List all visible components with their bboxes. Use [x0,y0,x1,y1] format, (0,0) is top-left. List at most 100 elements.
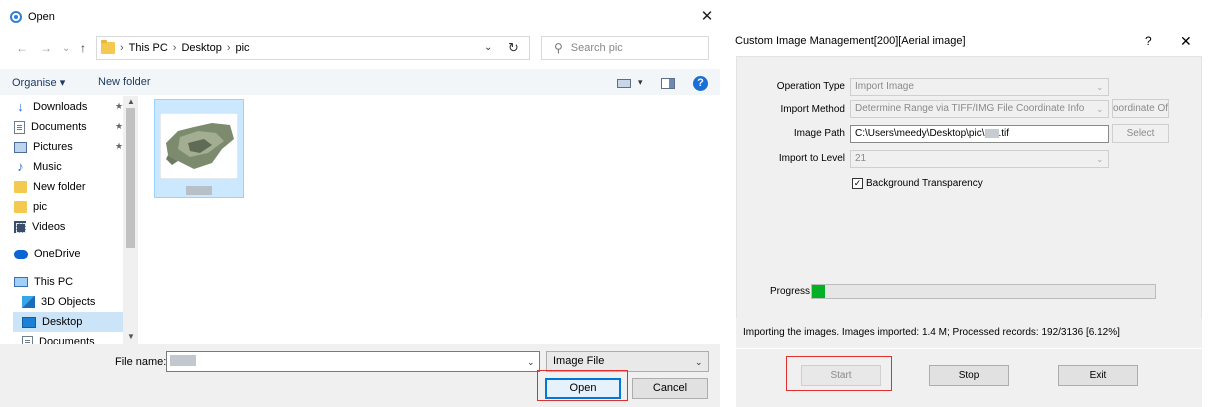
sidebar-item-downloads[interactable]: ↓ Downloads [14,97,87,117]
sidebar-item-label: Pictures [33,141,73,153]
sidebar-item-label: Downloads [33,101,88,113]
address-bar[interactable]: › This PC › Desktop › pic [96,36,530,60]
sidebar-item-pic[interactable]: pic [14,197,47,217]
open-file-dialog: Open ✕ ← → ⌄ ↑ › This PC › Desktop › pic… [0,0,720,407]
progress-bar-fill [812,285,825,298]
change-view-icon[interactable] [617,79,631,88]
sidebar-item-3d-objects[interactable]: 3D Objects [22,292,95,312]
forward-arrow-icon[interactable]: → [40,36,52,60]
dialog-title-bar: Open [10,8,55,26]
help-icon[interactable]: ? [693,76,708,91]
pictures-icon [14,141,27,153]
document-icon [22,335,33,344]
search-input[interactable]: Search pic [571,42,623,54]
operation-type-select[interactable]: Import Image [850,78,1109,96]
sidebar-item-documents[interactable]: Documents [14,117,87,137]
view-dropdown-icon[interactable]: ▾ [638,77,643,88]
music-icon: ♪ [17,159,24,174]
sidebar-item-label: New folder [33,181,86,193]
breadcrumb-pic[interactable]: pic [236,42,250,54]
import-method-select[interactable]: Determine Range via TIFF/IMG File Coordi… [850,100,1109,118]
breadcrumb-separator: › [226,42,231,54]
scroll-down-icon[interactable]: ▼ [127,332,135,341]
sidebar-item-label: This PC [34,276,74,288]
pin-icon[interactable]: ★ [115,101,123,112]
sidebar-item-pictures[interactable]: Pictures [14,137,73,157]
scroll-up-icon[interactable]: ▲ [127,97,135,106]
address-dropdown-icon[interactable]: ⌄ [484,42,492,53]
breadcrumb-this-pc[interactable]: This PC [129,42,168,54]
folder-icon [101,40,115,54]
sidebar-item-label: OneDrive [34,248,81,260]
cloud-icon [14,249,28,259]
refresh-icon[interactable]: ↻ [508,40,519,56]
breadcrumb-separator: › [172,42,177,54]
sidebar-item-onedrive[interactable]: OneDrive [14,244,80,264]
sidebar-scroll-thumb[interactable] [126,108,135,248]
up-arrow-icon[interactable]: ↑ [80,36,86,60]
file-type-select[interactable]: Image File [546,351,709,372]
preview-pane-icon[interactable] [661,78,675,89]
exit-button[interactable]: Exit [1058,365,1138,386]
progress-bar [811,284,1156,299]
sidebar-item-label: Videos [32,221,66,233]
recent-locations-icon[interactable]: ⌄ [62,36,70,60]
search-icon: ⚲ [554,41,563,55]
breadcrumb-desktop[interactable]: Desktop [181,42,221,54]
sidebar-item-music[interactable]: ♪ Music [14,157,62,177]
sidebar-item-documents-2[interactable]: Documents [22,332,95,344]
sidebar-item-label: Desktop [42,316,83,328]
document-icon [14,120,25,134]
sidebar-item-desktop[interactable]: Desktop [13,312,123,332]
navigation-pane: ↓ Downloads ★ Documents ★ Pictures ★ ♪ M… [0,96,138,344]
close-icon[interactable]: ✕ [1180,33,1192,50]
file-name-dropdown-icon[interactable]: ⌄ [527,357,535,368]
sidebar-item-label: Documents [39,336,95,344]
dialog-title: Open [28,11,55,23]
chevron-down-icon: ⌄ [1096,154,1104,164]
help-icon[interactable]: ? [1145,34,1152,48]
sidebar-item-videos[interactable]: Videos [14,217,65,237]
file-name-input[interactable] [166,351,540,372]
image-path-redacted [984,128,999,138]
pin-icon[interactable]: ★ [115,121,123,132]
window-gap [720,0,729,407]
close-icon[interactable]: ✕ [700,9,714,24]
pin-icon[interactable]: ★ [115,141,123,152]
cancel-button[interactable]: Cancel [632,378,708,399]
sidebar-item-new-folder[interactable]: New folder [14,177,86,197]
file-name-redacted [186,186,212,195]
sidebar-item-this-pc[interactable]: This PC [14,272,73,292]
file-thumbnail-aerial-image[interactable] [160,113,238,179]
sidebar-item-label: Music [33,161,62,173]
background-transparency-label: Background Transparency [866,178,983,189]
search-box[interactable]: ⚲ Search pic [541,36,709,60]
3d-objects-icon [22,296,35,308]
breadcrumb-separator: › [120,42,124,54]
status-text: Importing the images. Images imported: 1… [743,327,1120,338]
coordinate-offset-button[interactable]: oordinate Offs [1112,99,1169,118]
computer-icon [14,277,28,287]
background-transparency-checkbox[interactable]: ✓ [852,178,863,189]
sidebar-item-label: 3D Objects [41,296,96,308]
annotation-highlight-open [537,370,628,401]
import-level-select[interactable]: 21 [850,150,1109,168]
import-level-label: Import to Level [778,153,845,164]
app-logo-icon [10,11,22,23]
back-arrow-icon[interactable]: ← [16,36,28,60]
annotation-highlight-start [786,356,892,391]
progress-label: Progress [770,286,811,297]
new-folder-button[interactable]: New folder [98,76,151,88]
image-path-input[interactable]: C:\Users\meedy\Desktop\pic\ .tif [850,125,1109,143]
image-path-label: Image Path [793,128,845,139]
file-type-dropdown-icon[interactable]: ⌄ [695,357,703,368]
select-button[interactable]: Select [1112,124,1169,143]
desktop-icon [22,316,36,328]
folder-icon [14,201,27,213]
video-icon [14,221,26,233]
stop-button[interactable]: Stop [929,365,1009,386]
import-method-label: Import Method [780,104,845,115]
sidebar-item-label: Documents [31,121,87,133]
image-path-extension: .tif [998,128,1010,139]
organise-menu[interactable]: Organise ▾ [12,76,65,89]
